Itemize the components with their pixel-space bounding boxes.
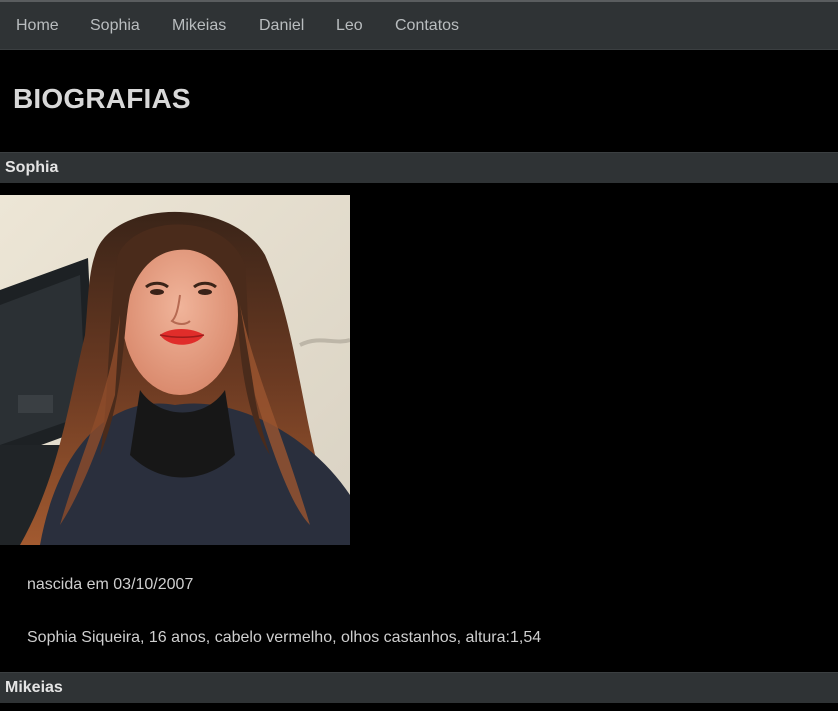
nav-link-contatos[interactable]: Contatos bbox=[395, 17, 459, 35]
page-title: BIOGRAFIAS bbox=[13, 83, 191, 114]
bio-birth-date: nascida em 03/10/2007 bbox=[27, 576, 194, 593]
nav-link-leo[interactable]: Leo bbox=[336, 17, 363, 35]
section-header-mikeias: Mikeias bbox=[0, 672, 838, 703]
nav-link-mikeias[interactable]: Mikeias bbox=[172, 17, 226, 35]
portrait-photo bbox=[0, 195, 350, 545]
nav-link-sophia[interactable]: Sophia bbox=[90, 17, 140, 35]
nav-link-home[interactable]: Home bbox=[16, 17, 59, 35]
nav-link-daniel[interactable]: Daniel bbox=[259, 17, 304, 35]
section-title: Sophia bbox=[5, 159, 59, 176]
section-title: Mikeias bbox=[5, 679, 63, 696]
portrait-image bbox=[0, 195, 350, 545]
section-header-sophia: Sophia bbox=[0, 152, 838, 183]
bio-description: Sophia Siqueira, 16 anos, cabelo vermelh… bbox=[27, 629, 542, 646]
top-navigation-bar: Home Sophia Mikeias Daniel Leo Contatos bbox=[0, 2, 838, 50]
